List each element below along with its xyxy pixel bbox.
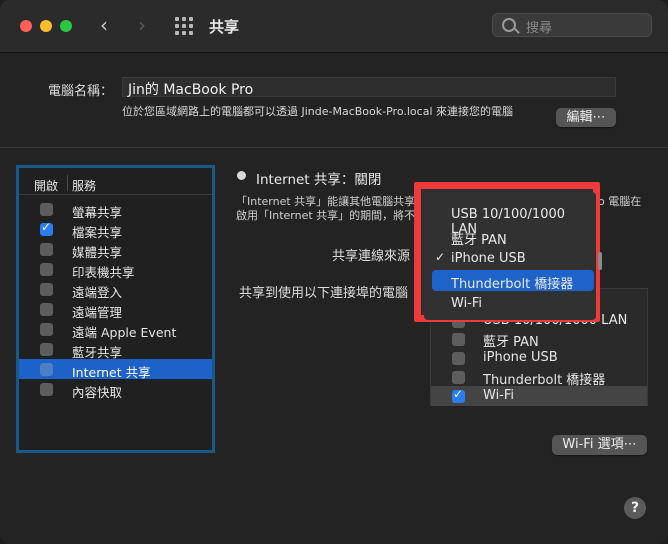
service-row-content-caching[interactable]: 內容快取 — [19, 379, 212, 400]
service-checkbox[interactable] — [40, 363, 53, 376]
service-checkbox[interactable] — [40, 220, 53, 236]
service-checkbox[interactable] — [40, 303, 53, 316]
forward-button[interactable]: › — [138, 14, 146, 36]
column-header-on[interactable]: 開啟 — [34, 177, 58, 194]
computer-name-field[interactable]: Jin的 MacBook Pro — [122, 77, 616, 98]
port-label: iPhone USB — [483, 350, 558, 365]
share-from-label: 共享連線來源 — [332, 249, 411, 264]
popup-scrollbar[interactable] — [598, 252, 602, 270]
service-row-bluetooth-sharing[interactable]: 藍牙共享 — [19, 339, 212, 360]
show-all-grid-icon[interactable] — [175, 17, 193, 35]
port-label: Wi-Fi — [483, 388, 515, 403]
service-row-file-sharing[interactable]: 檔案共享 — [19, 219, 212, 240]
port-checkbox[interactable] — [452, 387, 465, 403]
service-checkbox[interactable] — [40, 283, 53, 296]
service-checkbox[interactable] — [40, 243, 53, 256]
search-field[interactable]: 搜尋 — [492, 13, 652, 37]
menu-item-label: Thunderbolt 橋接器 — [451, 277, 574, 292]
service-row-screen-sharing[interactable]: 螢幕共享 — [19, 199, 212, 220]
divider — [0, 147, 668, 148]
search-icon — [502, 18, 516, 32]
column-separator — [67, 175, 68, 191]
service-row-media-sharing[interactable]: 媒體共享 — [19, 239, 212, 260]
zoom-window-button[interactable] — [60, 20, 72, 32]
service-row-remote-management[interactable]: 遠端管理 — [19, 299, 212, 320]
search-placeholder: 搜尋 — [526, 21, 553, 36]
computer-name-label: 電腦名稱： — [48, 84, 114, 99]
minimize-window-button[interactable] — [40, 20, 52, 32]
services-list: 開啟 服務 螢幕共享 檔案共享 媒體共享 印表機共享 遠端登入 遠端管理 — [16, 165, 215, 453]
port-checkbox[interactable] — [452, 371, 465, 384]
share-from-popup-menu: USB 10/100/1000 LAN 藍牙 PAN ✓ iPhone USB … — [414, 182, 602, 322]
port-row-bluetooth-pan[interactable]: 藍牙 PAN — [431, 329, 647, 350]
internet-sharing-status: Internet 共享：關閉 — [256, 172, 382, 188]
system-preferences-window: ‹ › 共享 搜尋 電腦名稱： Jin的 MacBook Pro 位於您區域網路… — [0, 0, 668, 544]
popup-menu-list: USB 10/100/1000 LAN 藍牙 PAN ✓ iPhone USB … — [424, 192, 602, 320]
menu-item-label: 藍牙 PAN — [451, 233, 507, 248]
menu-item-bluetooth-pan[interactable]: 藍牙 PAN — [424, 226, 594, 248]
service-checkbox[interactable] — [40, 263, 53, 276]
column-header-service[interactable]: 服務 — [72, 177, 96, 194]
service-row-internet-sharing[interactable]: Internet 共享 — [19, 359, 212, 380]
service-row-printer-sharing[interactable]: 印表機共享 — [19, 259, 212, 280]
menu-item-label: Wi-Fi — [451, 296, 483, 311]
wifi-options-button[interactable]: Wi-Fi 選項⋯ — [552, 435, 647, 455]
port-row-thunderbolt-bridge[interactable]: Thunderbolt 橋接器 — [431, 367, 647, 388]
title-bar: ‹ › 共享 搜尋 — [0, 0, 668, 53]
status-indicator-icon — [237, 171, 246, 180]
menu-item-usb-lan[interactable]: USB 10/100/1000 LAN — [424, 204, 594, 237]
port-checkbox[interactable] — [452, 333, 465, 346]
internet-sharing-description-1-end: o 電腦在 — [598, 195, 642, 208]
service-checkbox[interactable] — [40, 343, 53, 356]
service-row-remote-login[interactable]: 遠端登入 — [19, 279, 212, 300]
port-checkbox[interactable] — [452, 352, 465, 365]
service-label: 內容快取 — [72, 385, 123, 400]
port-row-wifi[interactable]: Wi-Fi — [431, 386, 647, 406]
menu-item-thunderbolt-bridge[interactable]: Thunderbolt 橋接器 — [432, 270, 594, 292]
service-row-remote-apple-event[interactable]: 遠端 Apple Event — [19, 319, 212, 340]
close-window-button[interactable] — [20, 20, 32, 32]
checkmark-icon: ✓ — [435, 250, 446, 264]
share-to-label: 共享到使用以下連接埠的電腦 — [239, 286, 409, 301]
service-checkbox[interactable] — [40, 323, 53, 336]
window-title: 共享 — [209, 18, 240, 36]
port-row-iphone-usb[interactable]: iPhone USB — [431, 348, 647, 368]
menu-item-wifi[interactable]: Wi-Fi — [424, 293, 594, 314]
back-button[interactable]: ‹ — [100, 14, 108, 36]
service-checkbox[interactable] — [40, 203, 53, 216]
services-header: 開啟 服務 — [19, 168, 212, 195]
menu-item-label: iPhone USB — [451, 251, 526, 266]
edit-button[interactable]: 編輯⋯ — [556, 108, 616, 127]
computer-name-description: 位於您區域網路上的電腦都可以透過 Jinde-MacBook-Pro.local… — [122, 105, 513, 118]
internet-sharing-description-2: 啟用「Internet 共享」的期間，將不 — [236, 209, 416, 222]
menu-item-iphone-usb[interactable]: ✓ iPhone USB — [424, 248, 594, 269]
help-button[interactable]: ? — [624, 497, 646, 519]
service-checkbox[interactable] — [40, 383, 53, 396]
